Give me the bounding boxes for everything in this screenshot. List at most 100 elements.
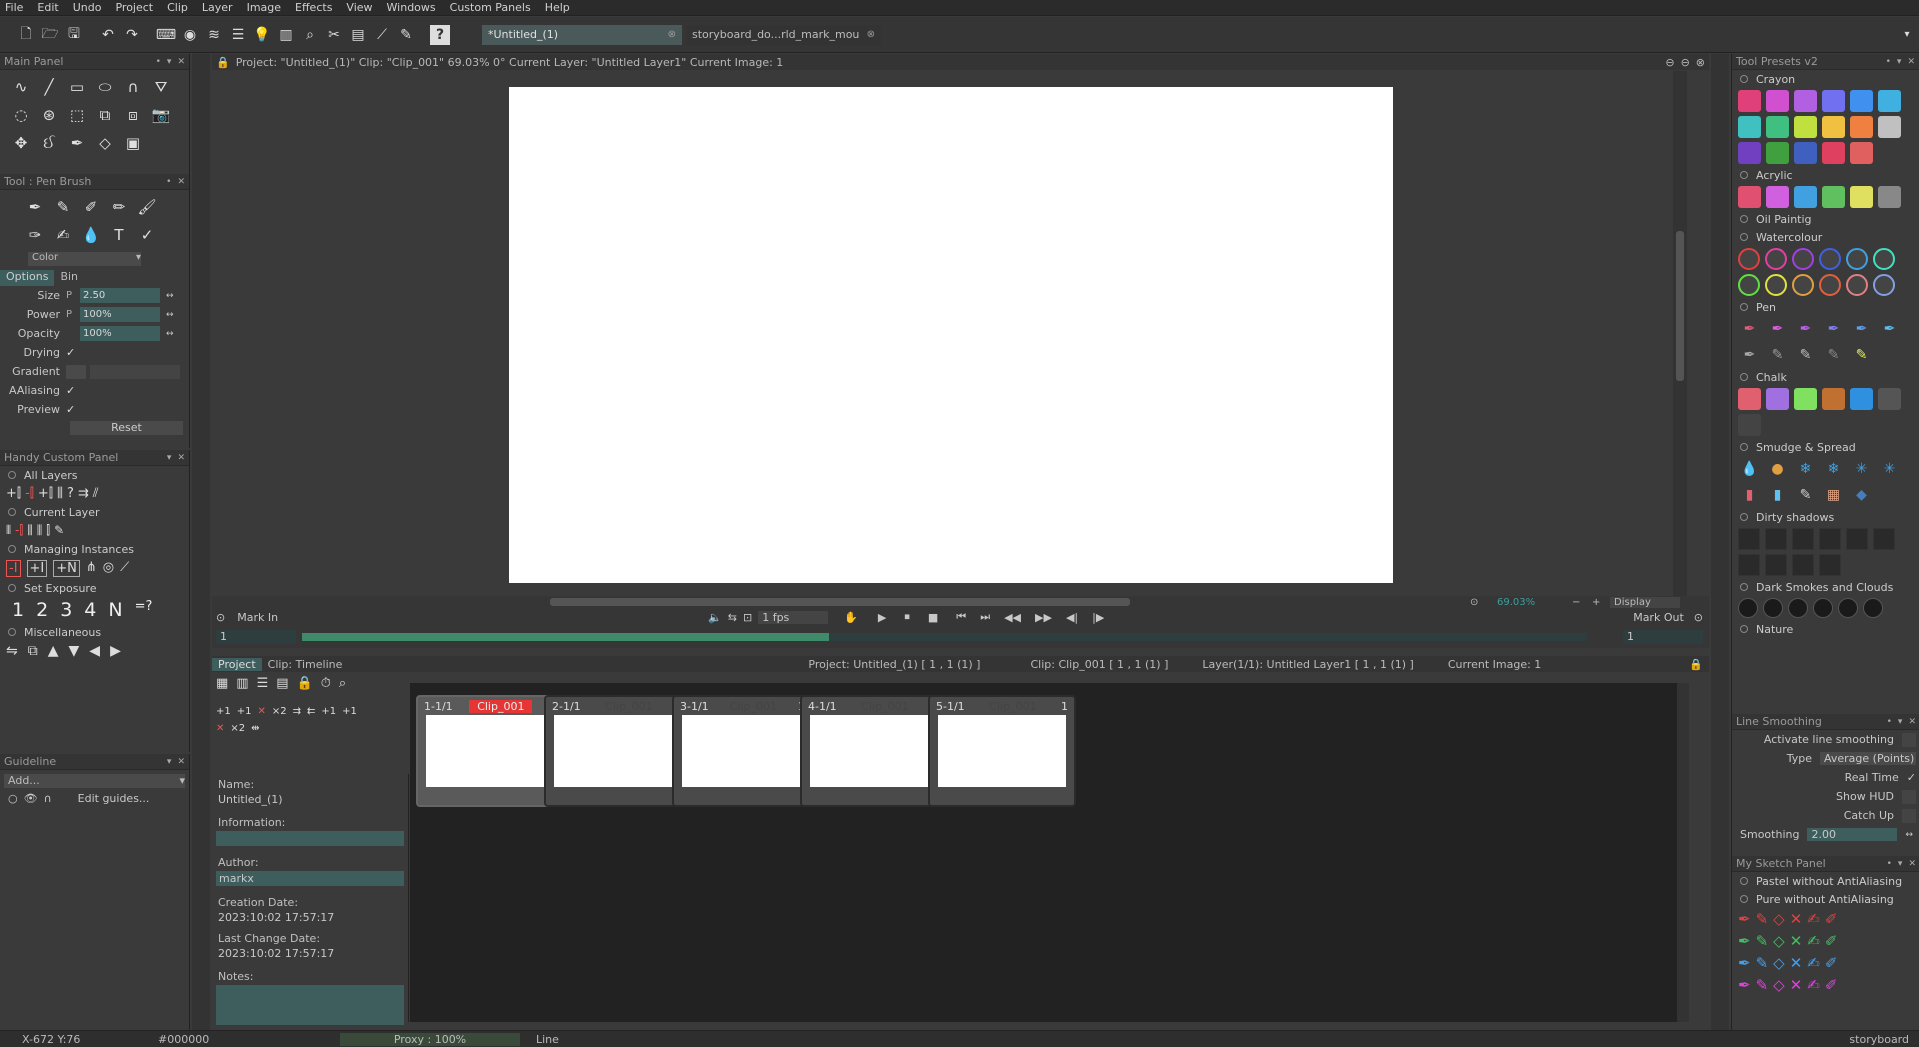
pen-preset[interactable]: ✎ xyxy=(1756,932,1769,950)
shift-right-icon[interactable]: ⇉ xyxy=(78,486,89,501)
text-tool-icon[interactable]: T xyxy=(108,224,130,246)
eraser-preset[interactable]: ✐ xyxy=(1825,976,1838,994)
exposure-2-button[interactable]: 2 xyxy=(36,599,48,621)
canvas-viewport[interactable] xyxy=(212,71,1687,596)
join-icon[interactable]: ⫼ xyxy=(37,523,43,538)
fps-dropdown[interactable]: 1 fps xyxy=(758,610,829,624)
step-back-icon[interactable]: ◀| xyxy=(1066,611,1078,624)
right-splitter[interactable] xyxy=(1711,54,1729,1030)
pen-preset[interactable]: ✎ xyxy=(1822,344,1845,366)
collapse-icon[interactable] xyxy=(1740,895,1748,903)
shadow-preset[interactable] xyxy=(1765,554,1787,576)
diagonal-icon[interactable]: ⟋ xyxy=(120,560,129,577)
close-icon[interactable]: ✕ xyxy=(177,177,185,187)
film-strip-icon[interactable]: ▥ xyxy=(276,25,296,45)
extend-icon[interactable]: ⫿ xyxy=(46,523,50,538)
audio-icon[interactable]: 🔈 xyxy=(708,611,722,624)
chalk-preset[interactable] xyxy=(1738,388,1761,410)
camera-icon[interactable]: 📷 xyxy=(150,104,172,126)
insert-right-icon[interactable]: +⫿ xyxy=(38,486,53,501)
menu-windows[interactable]: Windows xyxy=(387,1,436,14)
add-clip-icon[interactable]: +1 xyxy=(321,706,336,717)
delete-clip-icon[interactable]: ✕ xyxy=(258,706,266,717)
pen-preset[interactable]: ✎ xyxy=(1850,344,1873,366)
tab-project[interactable]: Project xyxy=(212,657,262,671)
pen-preset[interactable]: ✎ xyxy=(1794,344,1817,366)
pen-brush-icon[interactable]: ✒ xyxy=(24,196,46,218)
crayon-preset[interactable] xyxy=(1794,142,1817,164)
cross-icon[interactable]: ✕ xyxy=(1790,954,1803,972)
crayon-preset[interactable] xyxy=(1878,116,1901,138)
undo-icon[interactable]: ↶ xyxy=(98,25,118,45)
shadow-preset[interactable] xyxy=(1738,554,1760,576)
pen-preset[interactable]: ✒ xyxy=(1738,910,1751,928)
cross-icon[interactable]: ✕ xyxy=(1790,910,1803,928)
add-clip-icon[interactable]: +1 xyxy=(216,706,231,717)
watercolour-preset[interactable] xyxy=(1846,274,1868,296)
watercolour-preset[interactable] xyxy=(1765,274,1787,296)
dropdown-icon[interactable]: ▾ xyxy=(167,453,172,463)
airbrush-icon[interactable]: ✍ xyxy=(52,224,74,246)
pressure-toggle[interactable]: P xyxy=(66,290,80,301)
blend-tool-icon[interactable]: ✓ xyxy=(136,224,158,246)
crayon-preset[interactable] xyxy=(1822,90,1845,112)
pin-icon[interactable]: • xyxy=(1887,717,1892,727)
tree-icon[interactable]: ⋔ xyxy=(86,560,97,577)
add-clip-after-icon[interactable]: +1 xyxy=(342,706,357,717)
next-frame-icon[interactable]: ▶▶ xyxy=(1035,611,1052,624)
pen-preset[interactable]: ✒ xyxy=(1738,318,1761,340)
spray-icon[interactable] xyxy=(1878,186,1901,208)
crayon-preset[interactable] xyxy=(1850,116,1873,138)
curves-icon[interactable]: ⟋ xyxy=(372,25,392,45)
pin-icon[interactable]: • xyxy=(1887,859,1892,869)
pen-preset[interactable]: ✒ xyxy=(1738,976,1751,994)
smudge-preset[interactable]: 💧 xyxy=(1738,458,1761,480)
menu-help[interactable]: Help xyxy=(545,1,570,14)
notes-field[interactable] xyxy=(216,985,404,1025)
crayon-preset[interactable] xyxy=(1794,90,1817,112)
acrylic-preset[interactable] xyxy=(1766,186,1789,208)
instance-delete-icon[interactable]: -I xyxy=(6,560,21,577)
pen-preset[interactable]: ✒ xyxy=(1822,318,1845,340)
brush-preset[interactable]: ✍ xyxy=(1807,932,1820,950)
watercolour-preset[interactable] xyxy=(1792,248,1814,270)
menu-edit[interactable]: Edit xyxy=(37,1,58,14)
brush-icon[interactable]: 🖌 xyxy=(136,196,158,218)
type-dropdown[interactable]: Average (Points) xyxy=(1820,752,1916,765)
watercolour-preset[interactable] xyxy=(1873,248,1895,270)
activate-smoothing-checkbox[interactable] xyxy=(1902,732,1916,747)
exposure-4-button[interactable]: 4 xyxy=(84,599,96,621)
mark-out-icon[interactable]: ⊙ xyxy=(1694,611,1703,624)
crayon-preset[interactable] xyxy=(1794,116,1817,138)
horizontal-scrollbar-thumb[interactable] xyxy=(550,598,1130,606)
shadow-preset[interactable] xyxy=(1873,528,1895,550)
pin-icon[interactable]: • xyxy=(1886,57,1891,67)
shadow-preset[interactable] xyxy=(1819,528,1841,550)
acrylic-preset[interactable] xyxy=(1738,186,1761,208)
prev-frame-icon[interactable]: ◀◀ xyxy=(1004,611,1021,624)
dropdown-icon[interactable]: ▾ xyxy=(167,757,172,767)
zoom-out-icon[interactable]: − xyxy=(1572,597,1580,608)
close-icon[interactable]: ✕ xyxy=(177,757,185,767)
felt-pen-icon[interactable]: ✏ xyxy=(108,196,130,218)
zoom-value[interactable]: 69.03% xyxy=(1497,597,1535,608)
select-rect-icon[interactable]: ⬚ xyxy=(66,104,88,126)
lock-icon[interactable]: 🔒 xyxy=(216,56,230,69)
collapse-icon[interactable] xyxy=(1740,625,1748,633)
shadow-preset[interactable] xyxy=(1738,528,1760,550)
menu-effects[interactable]: Effects xyxy=(295,1,332,14)
pen-preset[interactable]: ✒ xyxy=(1766,318,1789,340)
watercolour-preset[interactable] xyxy=(1738,274,1760,296)
tab-storyboard[interactable]: storyboard_do...rld_mark_mou ⊗ xyxy=(686,24,881,45)
real-time-checkbox[interactable]: ✓ xyxy=(1907,771,1916,784)
select-all-icon[interactable]: ▣ xyxy=(122,132,144,154)
magic-wand-icon[interactable]: ⊛ xyxy=(38,104,60,126)
smoke-preset[interactable] xyxy=(1813,598,1833,618)
scrollbar-thumb[interactable] xyxy=(1676,231,1684,381)
menu-custom-panels[interactable]: Custom Panels xyxy=(450,1,531,14)
diamond-icon[interactable]: ◇ xyxy=(1773,910,1785,928)
arrow-up-icon[interactable]: ▲ xyxy=(48,643,59,659)
help-icon[interactable]: ? xyxy=(430,24,450,45)
eye-icon[interactable]: 👁 xyxy=(24,792,38,805)
watercolour-preset[interactable] xyxy=(1792,274,1814,296)
